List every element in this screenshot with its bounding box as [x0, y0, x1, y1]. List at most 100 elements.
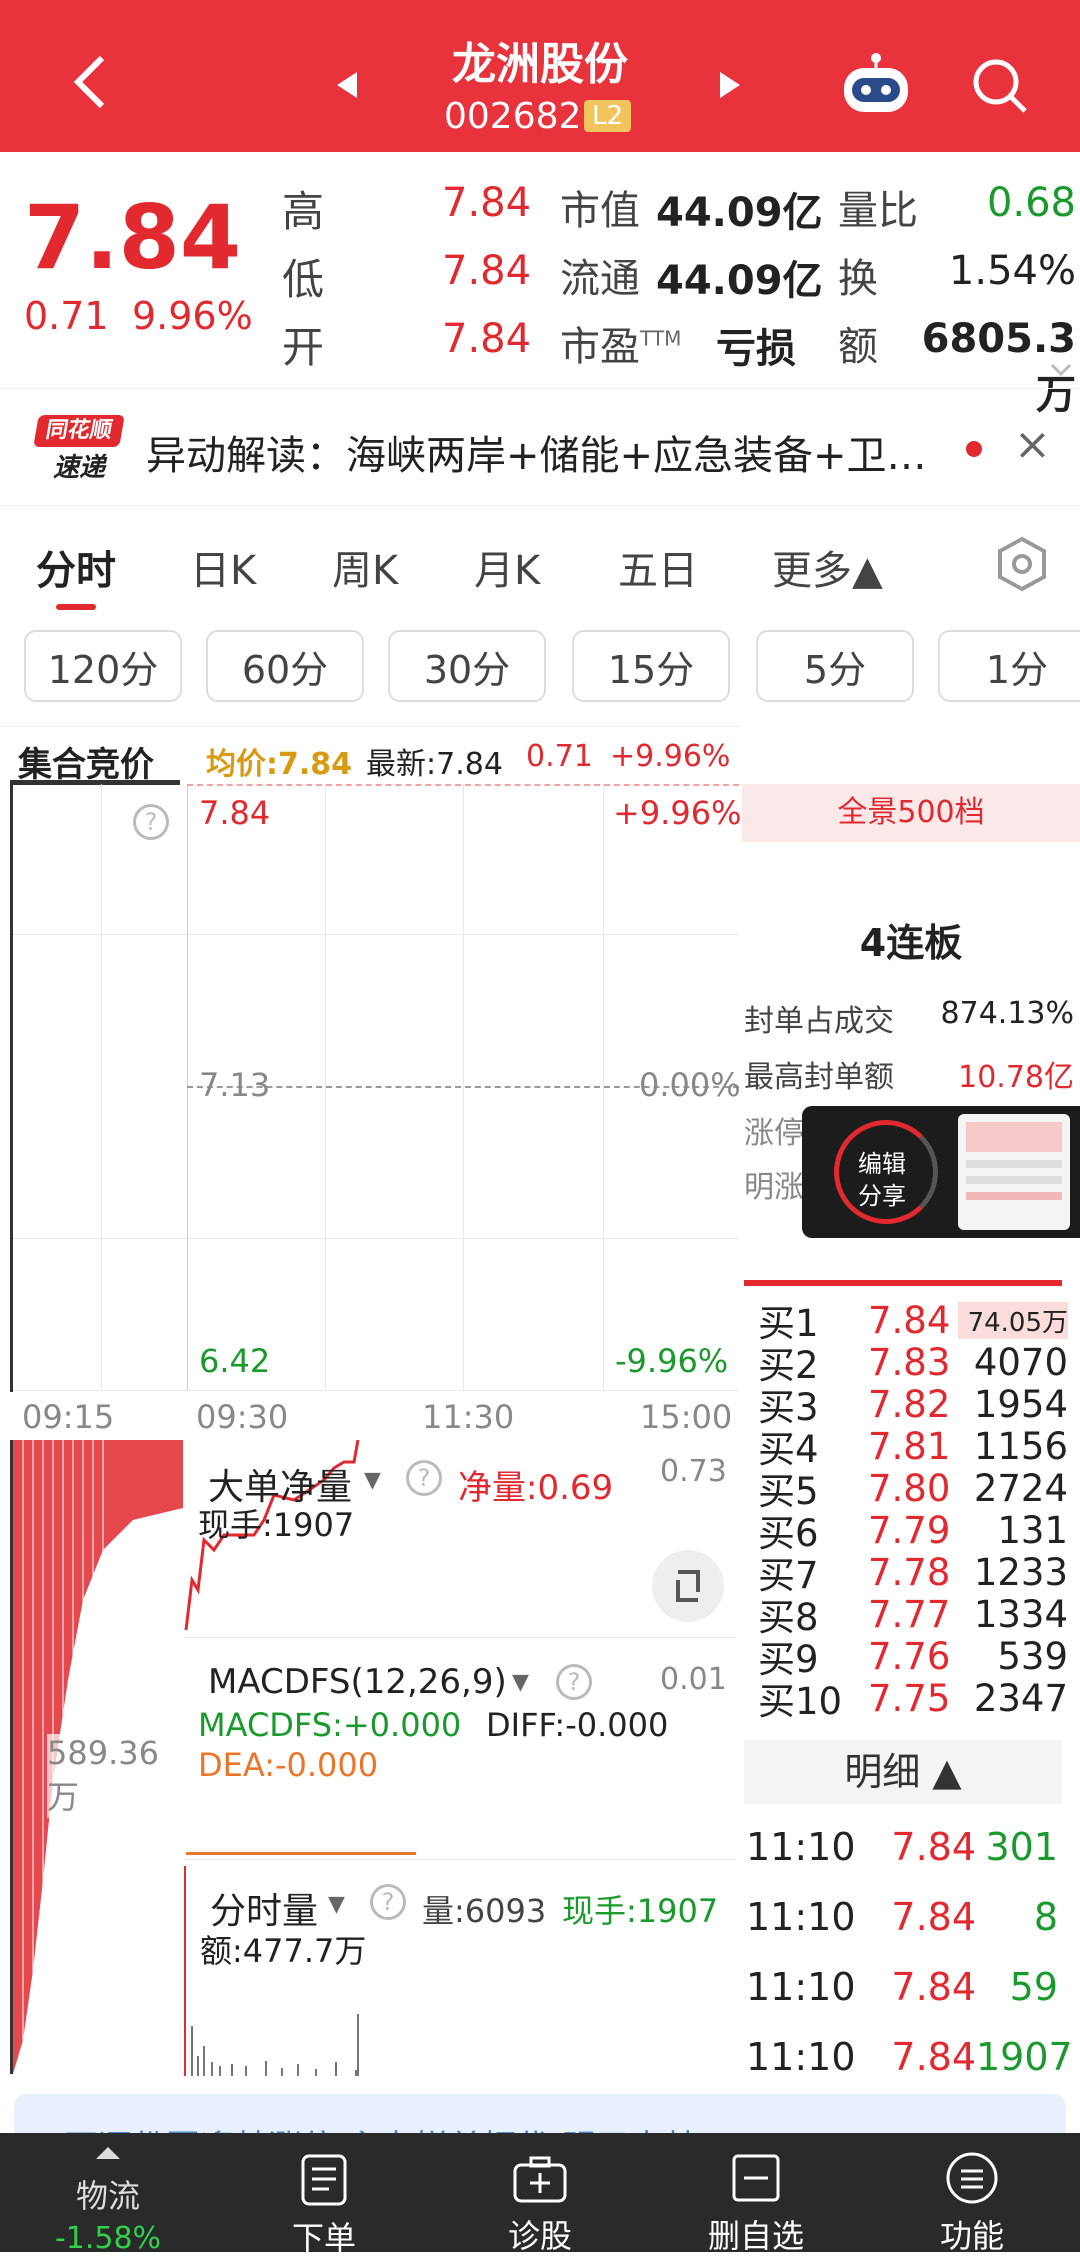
value-market-cap: 44.09亿	[656, 190, 823, 236]
tick-row[interactable]: 11:10 7.84 8	[746, 1882, 1066, 1952]
prev-triangle-icon[interactable]	[335, 70, 359, 104]
tick-volume: 1907	[976, 2035, 1073, 2079]
chevron-down-icon[interactable]: ▼	[512, 1670, 529, 1695]
intraday-chart[interactable]: ? 7.84 +9.96% 7.13 0.00% 6.42 -9.96%	[10, 784, 741, 1392]
max-seal-label: 最高封单额	[744, 1060, 894, 1095]
bid-volume: 1233	[973, 1550, 1068, 1594]
period-1[interactable]: 1分	[938, 630, 1080, 702]
tab-month-k[interactable]: 月K	[474, 538, 540, 596]
period-60[interactable]: 60分	[206, 630, 364, 702]
panorama-header-text: 全景500档	[837, 795, 985, 830]
bid-volume: 2347	[973, 1676, 1068, 1720]
back-arrow-icon[interactable]	[70, 52, 110, 112]
sub-chart-macd[interactable]: MACDFS(12,26,9) ▼ ? 0.01 MACDFS:+0.000 D…	[184, 1650, 736, 1860]
bid-row-1[interactable]: 买1 7.84 74.05万	[758, 1299, 1068, 1345]
panorama-header[interactable]: 全景500档	[742, 784, 1080, 842]
help-icon[interactable]: ?	[406, 1460, 442, 1496]
value-volume-ratio: 0.68	[986, 180, 1076, 226]
news-logo-bottom: 速递	[52, 453, 105, 483]
settings-hexagon-icon[interactable]	[996, 536, 1048, 596]
news-text[interactable]: 异动解读：海峡两岸+储能+应急装备+卫…	[146, 423, 927, 481]
tick-time: 11:10	[746, 2035, 856, 2079]
bid-volume: 2724	[973, 1466, 1068, 1510]
bid-label: 买10	[758, 1680, 843, 1723]
sub-chart-volume[interactable]: 分时量 ▼ ? 量:6093 现手:1907 额:477.7万	[184, 1866, 736, 2076]
tab-week-k[interactable]: 周K	[332, 538, 398, 596]
bid-row-5[interactable]: 买5 7.80 2724	[758, 1466, 1068, 1514]
tick-time: 11:10	[746, 1895, 856, 1939]
nav-functions[interactable]: 功能	[864, 2133, 1080, 2255]
bid-volume: 131	[997, 1508, 1068, 1552]
tab-more[interactable]: 更多▲	[772, 538, 883, 596]
bid-row-4[interactable]: 买4 7.81 1156	[758, 1424, 1068, 1472]
help-icon[interactable]: ?	[370, 1884, 406, 1920]
news-strip[interactable]: 同花顺 速递 异动解读：海峡两岸+储能+应急装备+卫… ×	[0, 388, 1080, 506]
search-icon[interactable]	[970, 56, 1030, 120]
bid-price: 7.76	[868, 1634, 951, 1678]
tick-row[interactable]: 11:10 7.84 1907	[746, 2022, 1073, 2092]
sub-chart-net-volume[interactable]: 大单净量 ▼ ? 净量:0.69 0.73 现手:1907	[184, 1440, 736, 1638]
nav-diagnose[interactable]: 诊股	[432, 2133, 648, 2255]
label-low: 低	[282, 255, 325, 304]
tab-minute[interactable]: 分时	[36, 538, 116, 596]
detail-header[interactable]: 明细 ▲	[744, 1740, 1062, 1804]
help-icon[interactable]: ?	[556, 1664, 592, 1700]
expand-icon[interactable]	[652, 1550, 724, 1622]
bid-row-7[interactable]: 买7 7.78 1233	[758, 1550, 1068, 1598]
edit-label[interactable]: 编辑	[858, 1144, 906, 1179]
level-badge: L2	[584, 100, 632, 132]
tick-volume: 59	[1009, 1965, 1058, 2009]
bid-row-6[interactable]: 买6 7.79 131	[758, 1508, 1068, 1556]
bid-price: 7.83	[868, 1340, 951, 1384]
nav-remove-watchlist[interactable]: 删自选	[648, 2133, 864, 2255]
bid-row-9[interactable]: 买9 7.76 539	[758, 1634, 1068, 1682]
chevron-up-icon	[0, 2133, 216, 2165]
bid-volume: 1156	[973, 1424, 1068, 1468]
share-thumbnail	[958, 1114, 1070, 1230]
label-market-cap: 市值	[560, 188, 640, 234]
volume-value: 量:6093	[422, 1892, 547, 1930]
macd-line	[186, 1852, 416, 1855]
nav-sector[interactable]: 物流 -1.58%	[0, 2133, 216, 2256]
period-120[interactable]: 120分	[24, 630, 182, 702]
close-icon[interactable]: ×	[1014, 419, 1051, 470]
tick-price: 7.84	[891, 2035, 976, 2079]
macd-selector[interactable]: MACDFS(12,26,9)	[208, 1662, 507, 1702]
chevron-down-icon[interactable]: ▼	[364, 1468, 381, 1493]
tick-row[interactable]: 11:10 7.84 301	[746, 1812, 1066, 1882]
nav-order-label: 下单	[291, 2219, 356, 2257]
chevron-down-icon[interactable]: ▼	[328, 1892, 345, 1917]
bid-row-2[interactable]: 买2 7.83 4070	[758, 1340, 1068, 1388]
tick-row[interactable]: 11:10 7.84 59	[746, 1952, 1066, 2022]
bid-volume: 1954	[973, 1382, 1068, 1426]
value-turnover: 1.54%	[948, 248, 1076, 294]
value-low: 7.84	[442, 248, 532, 294]
bid-row-8[interactable]: 买8 7.77 1334	[758, 1593, 1068, 1640]
share-overlay[interactable]: 编辑 分享	[802, 1106, 1080, 1238]
nav-order[interactable]: 下单	[216, 2133, 432, 2257]
help-icon[interactable]: ?	[133, 804, 169, 840]
auction-label[interactable]: 集合竞价	[18, 737, 154, 786]
bid-row-10[interactable]: 买10 7.75 2347	[758, 1676, 1068, 1724]
expand-corner-icon[interactable]	[1050, 362, 1072, 381]
period-5[interactable]: 5分	[756, 630, 914, 702]
bid-row-3[interactable]: 买3 7.82 1954	[758, 1382, 1068, 1430]
value-open: 7.84	[442, 316, 532, 362]
time-1500: 15:00	[640, 1398, 733, 1436]
next-triangle-icon[interactable]	[718, 70, 742, 104]
share-label[interactable]: 分享	[858, 1176, 906, 1211]
period-15[interactable]: 15分	[572, 630, 730, 702]
orderbook-topline	[744, 1280, 1062, 1286]
stock-title: 龙洲股份	[452, 39, 628, 90]
label-pe: 市盈TTM	[560, 314, 681, 372]
tab-five-day[interactable]: 五日	[618, 538, 698, 596]
auction-volume-label: 589.36万	[47, 1734, 182, 1818]
nav-functions-label: 功能	[939, 2217, 1004, 2255]
macd-value: MACDFS:+0.000	[198, 1706, 462, 1744]
period-30[interactable]: 30分	[388, 630, 546, 702]
tick-price: 7.84	[891, 1895, 976, 1939]
tab-day-k[interactable]: 日K	[190, 538, 256, 596]
robot-icon[interactable]	[838, 52, 914, 120]
nav-diagnose-label: 诊股	[507, 2217, 572, 2255]
chart-low-pct: -9.96%	[615, 1342, 729, 1380]
